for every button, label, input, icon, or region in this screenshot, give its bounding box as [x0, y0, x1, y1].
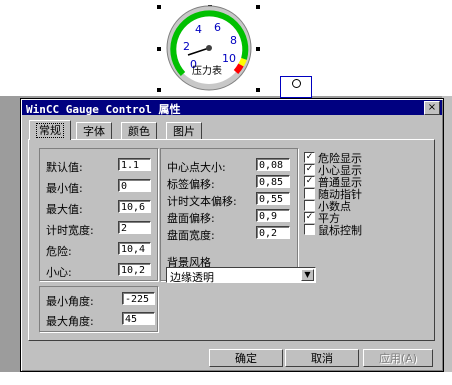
- tab-picture[interactable]: 图片: [166, 122, 202, 140]
- cancel-button[interactable]: 取消: [285, 349, 359, 367]
- selection-handle: [256, 88, 260, 92]
- min-value-input[interactable]: 0: [118, 179, 151, 192]
- min-value-label: 最小值:: [46, 182, 83, 195]
- max-angle-input[interactable]: 45: [122, 312, 155, 325]
- center-size-input[interactable]: 0,08: [256, 158, 290, 171]
- io-field-icon: [292, 79, 301, 88]
- tick-text-offset-label: 计时文本偏移:: [167, 195, 237, 208]
- gauge-tick-label: 8: [230, 34, 237, 47]
- background-style-value: 边缘透明: [170, 271, 214, 284]
- tab-label: 图片: [173, 125, 195, 138]
- gauge-hub: [206, 45, 212, 51]
- check-icon[interactable]: ✓: [304, 152, 315, 163]
- selection-handle: [157, 5, 161, 9]
- checkbox-box[interactable]: [304, 200, 315, 211]
- checkbox-box[interactable]: [304, 224, 315, 235]
- gauge-title: 压力表: [192, 64, 222, 77]
- caution-input[interactable]: 10,2: [118, 263, 151, 276]
- gauge-warning-band: [238, 57, 247, 67]
- selection-handle: [256, 47, 260, 51]
- gauge-tick-label: 2: [183, 40, 190, 53]
- title-bar[interactable]: WinCC Gauge Control 属性 ×: [22, 100, 442, 116]
- apply-button[interactable]: 应用(A): [363, 349, 433, 367]
- max-angle-label: 最大角度:: [46, 315, 94, 328]
- chevron-down-icon[interactable]: ▼: [301, 269, 314, 281]
- label-offset-label: 标签偏移:: [167, 178, 215, 191]
- dial-offset-input[interactable]: 0,9: [256, 209, 290, 222]
- caution-label: 小心:: [46, 266, 72, 279]
- values-group: 默认值: 1.1 最小值: 0 最大值: 10,6 计时宽度: 2 危险: 10…: [39, 148, 158, 281]
- dial-width-input[interactable]: 0,2: [256, 226, 290, 239]
- tick-width-input[interactable]: 2: [118, 221, 151, 234]
- angle-group: 最小角度: -225 最大角度: 45: [39, 286, 158, 332]
- tab-label: 字体: [83, 125, 105, 138]
- background-style-select[interactable]: 边缘透明 ▼: [166, 267, 316, 284]
- tab-color[interactable]: 颜色: [121, 122, 157, 140]
- tick-width-label: 计时宽度:: [46, 224, 94, 237]
- tab-label: 颜色: [128, 125, 150, 138]
- gauge-tick-label: 6: [214, 21, 221, 34]
- canvas-object[interactable]: [280, 76, 312, 98]
- dialog-title: WinCC Gauge Control 属性: [26, 103, 181, 116]
- geometry-group: 中心点大小: 0,08 标签偏移: 0,85 计时文本偏移: 0,55 盘面偏移…: [160, 148, 298, 281]
- gauge-tick-label: 4: [195, 23, 202, 36]
- selection-handle: [256, 5, 260, 9]
- tab-label: 常规: [36, 123, 64, 138]
- tick-text-offset-input[interactable]: 0,55: [256, 192, 290, 205]
- label-offset-input[interactable]: 0,85: [256, 175, 290, 188]
- gauge-tick-label: 10: [222, 52, 236, 65]
- tab-general[interactable]: 常规: [29, 120, 71, 140]
- ok-button[interactable]: 确定: [209, 349, 283, 367]
- close-icon: ×: [427, 102, 437, 113]
- min-angle-label: 最小角度:: [46, 295, 94, 308]
- danger-label: 危险:: [46, 245, 72, 258]
- check-icon[interactable]: ✓: [304, 164, 315, 175]
- close-button[interactable]: ×: [424, 101, 440, 115]
- checkbox-label: 鼠标控制: [318, 224, 362, 237]
- display-options: ✓ 危险显示 ✓ 小心显示 ✓ 普通显示 随动指针 小数点 ✓ 平方 鼠标控制: [304, 152, 404, 247]
- danger-input[interactable]: 10,4: [118, 242, 151, 255]
- selection-handle: [157, 88, 161, 92]
- default-value-input[interactable]: 1.1: [118, 158, 151, 171]
- checkbox-box[interactable]: [304, 188, 315, 199]
- check-icon[interactable]: ✓: [304, 212, 315, 223]
- tab-font[interactable]: 字体: [76, 122, 112, 140]
- selection-handle: [157, 47, 161, 51]
- check-icon[interactable]: ✓: [304, 176, 315, 187]
- min-angle-input[interactable]: -225: [122, 292, 155, 305]
- gauge-preview[interactable]: 2 4 6 8 10 0 压力表: [150, 0, 290, 96]
- default-value-label: 默认值:: [46, 161, 83, 174]
- tab-page-general: 默认值: 1.1 最小值: 0 最大值: 10,6 计时宽度: 2 危险: 10…: [28, 139, 435, 341]
- dial-offset-label: 盘面偏移:: [167, 212, 215, 225]
- max-value-label: 最大值:: [46, 203, 83, 216]
- properties-dialog: WinCC Gauge Control 属性 × 常规 字体 颜色 图片 默认值…: [20, 98, 444, 372]
- dial-width-label: 盘面宽度:: [167, 229, 215, 242]
- max-value-input[interactable]: 10,6: [118, 200, 151, 213]
- center-size-label: 中心点大小:: [167, 161, 226, 174]
- canvas-area-bottom: [0, 372, 452, 385]
